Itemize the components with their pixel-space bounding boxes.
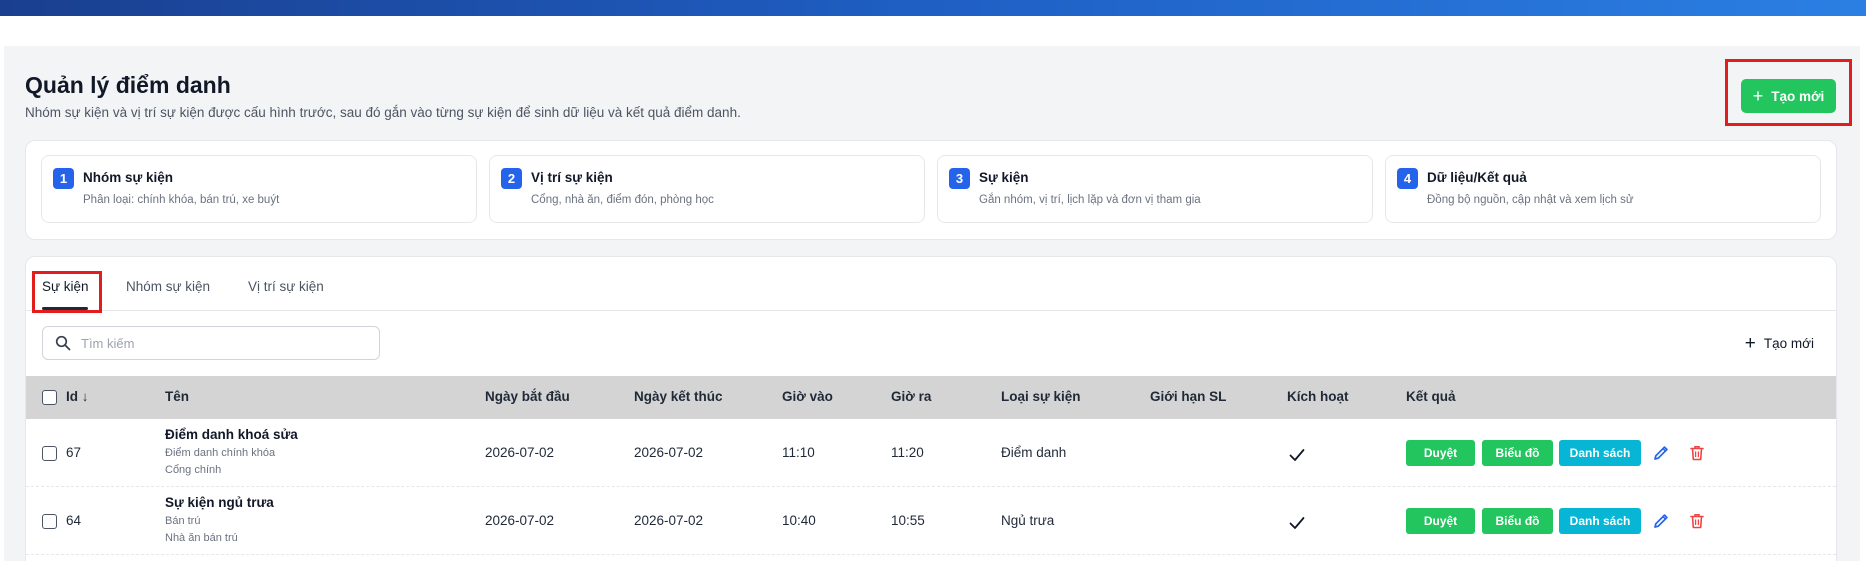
table-row: 64 Sự kiện ngủ trưa Bán trú Nhà ăn bán t…: [26, 487, 1836, 555]
edit-icon[interactable]: [1652, 444, 1670, 462]
tabs-bar: Sự kiện Nhóm sự kiện Vị trí sự kiện: [26, 257, 1836, 313]
delete-icon[interactable]: [1688, 512, 1706, 530]
step-description: Phân loại: chính khóa, bán trú, xe buýt: [83, 194, 280, 206]
plus-icon: +: [1752, 86, 1764, 106]
tab-highlight-box: [32, 271, 102, 313]
row-id: 67: [66, 445, 82, 460]
row-checkbox[interactable]: [42, 514, 57, 529]
step-description: Cổng, nhà ăn, điểm đón, phòng học: [531, 194, 714, 206]
column-header-id[interactable]: Id ↓: [66, 389, 89, 404]
column-header-time-out: Giờ ra: [891, 389, 932, 404]
approve-button[interactable]: Duyệt: [1406, 440, 1475, 466]
row-event-type: Ngủ trưa: [1001, 513, 1055, 528]
row-event-name: Điểm danh khoá sửa: [165, 427, 298, 442]
step-card-2: 2 Vị trí sự kiện Cổng, nhà ăn, điểm đón,…: [489, 155, 925, 223]
check-icon: [1289, 517, 1305, 529]
row-end-date: 2026-07-02: [634, 513, 704, 528]
step-card-1: 1 Nhóm sự kiện Phân loại: chính khóa, bá…: [41, 155, 477, 223]
search-input[interactable]: [81, 328, 371, 358]
row-checkbox[interactable]: [42, 446, 57, 461]
column-header-end-date: Ngày kết thúc: [634, 389, 723, 404]
step-number-badge: 3: [949, 168, 970, 189]
list-button[interactable]: Danh sách: [1559, 508, 1641, 534]
top-header-bar: [0, 0, 1866, 16]
chart-button[interactable]: Biểu đồ: [1482, 508, 1553, 534]
select-all-checkbox[interactable]: [42, 390, 57, 405]
create-event-link[interactable]: + Tạo mới: [1745, 334, 1814, 353]
tab-event-groups[interactable]: Nhóm sự kiện: [126, 279, 210, 294]
create-new-button[interactable]: + Tạo mới: [1741, 79, 1836, 113]
step-title: Dữ liệu/Kết quả: [1427, 170, 1527, 185]
row-start-date: 2026-07-02: [485, 513, 555, 528]
step-description: Đồng bộ nguồn, cập nhật và xem lịch sử: [1427, 194, 1634, 206]
row-event-group: Bán trú: [165, 515, 201, 527]
column-header-event-type: Loại sự kiện: [1001, 389, 1081, 404]
column-header-active: Kích hoạt: [1287, 389, 1349, 404]
table-header: Id ↓ Tên Ngày bắt đầu Ngày kết thúc Giờ …: [26, 376, 1836, 419]
step-title: Vị trí sự kiện: [531, 170, 613, 185]
delete-icon[interactable]: [1688, 444, 1706, 462]
row-start-date: 2026-07-02: [485, 445, 555, 460]
row-time-out: 11:20: [891, 445, 924, 460]
events-card: Sự kiện Nhóm sự kiện Vị trí sự kiện + Tạ…: [25, 256, 1837, 561]
column-header-limit: Giới hạn SL: [1150, 389, 1227, 404]
row-time-in: 10:40: [782, 513, 816, 528]
row-time-in: 11:10: [782, 445, 815, 460]
column-header-start-date: Ngày bắt đầu: [485, 389, 570, 404]
step-title: Nhóm sự kiện: [83, 170, 174, 185]
approve-button[interactable]: Duyệt: [1406, 508, 1475, 534]
list-button[interactable]: Danh sách: [1559, 440, 1641, 466]
step-card-3: 3 Sự kiện Gắn nhóm, vị trí, lịch lặp và …: [937, 155, 1373, 223]
create-new-button-label: Tạo mới: [1771, 88, 1825, 104]
row-time-out: 10:55: [891, 513, 925, 528]
row-id: 64: [66, 513, 82, 528]
row-event-name: Sự kiện ngủ trưa: [165, 495, 274, 510]
row-event-group: Điểm danh chính khóa: [165, 447, 276, 459]
create-event-link-label: Tạo mới: [1763, 336, 1814, 351]
chart-button[interactable]: Biểu đồ: [1482, 440, 1553, 466]
row-event-type: Điểm danh: [1001, 445, 1067, 460]
step-number-badge: 1: [53, 168, 74, 189]
page-title: Quản lý điểm danh: [25, 72, 231, 98]
step-card-4: 4 Dữ liệu/Kết quả Đồng bộ nguồn, cập nhậ…: [1385, 155, 1821, 223]
column-header-result: Kết quả: [1406, 389, 1456, 404]
step-description: Gắn nhóm, vị trí, lịch lặp và đơn vị tha…: [979, 194, 1201, 206]
tab-event-locations[interactable]: Vị trí sự kiện: [248, 279, 324, 294]
step-number-badge: 4: [1397, 168, 1418, 189]
page-subtitle: Nhóm sự kiện và vị trí sự kiện được cấu …: [25, 105, 741, 120]
row-event-location: Nhà ăn bán trú: [165, 532, 238, 544]
column-header-name: Tên: [165, 389, 190, 404]
row-event-location: Cổng chính: [165, 464, 222, 476]
search-box: [42, 326, 380, 360]
step-number-badge: 2: [501, 168, 522, 189]
column-header-time-in: Giờ vào: [782, 389, 833, 404]
search-icon: [55, 335, 71, 351]
table-row: 67 Điểm danh khoá sửa Điểm danh chính kh…: [26, 419, 1836, 487]
edit-icon[interactable]: [1652, 512, 1670, 530]
check-icon: [1289, 449, 1305, 461]
row-end-date: 2026-07-02: [634, 445, 704, 460]
plus-icon: +: [1744, 333, 1756, 354]
step-title: Sự kiện: [979, 170, 1029, 185]
